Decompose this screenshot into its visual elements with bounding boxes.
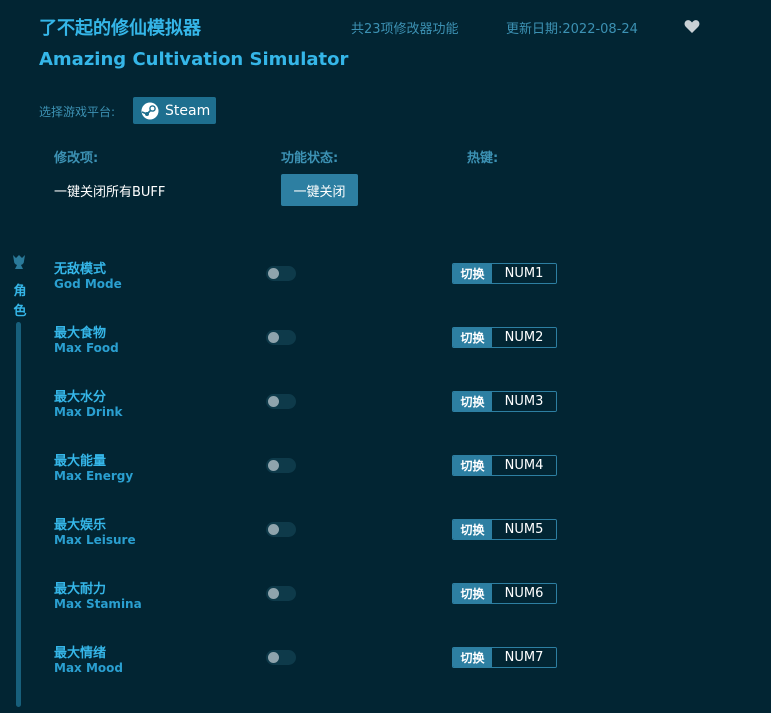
- toggle-knob: [268, 396, 279, 407]
- hotkey-key: NUM1: [492, 264, 556, 283]
- hotkey-group: 切换 NUM4: [452, 455, 557, 476]
- hotkey-key: NUM5: [492, 520, 556, 539]
- column-header-status: 功能状态:: [281, 151, 339, 166]
- mod-toggle[interactable]: [266, 458, 296, 473]
- close-all-buff-button[interactable]: 一键关闭: [281, 174, 358, 206]
- list-item: 最大能量 Max Energy 切换 NUM4: [0, 450, 771, 490]
- mod-name-cn: 最大耐力: [54, 582, 107, 597]
- mod-name-cn: 最大情绪: [54, 646, 107, 661]
- toggle-knob: [268, 652, 279, 663]
- hotkey-group: 切换 NUM3: [452, 391, 557, 412]
- mod-name-en: Max Stamina: [54, 597, 142, 611]
- list-item: 最大水分 Max Drink 切换 NUM3: [0, 386, 771, 426]
- page-subtitle: Amazing Cultivation Simulator: [39, 49, 349, 70]
- mod-toggle[interactable]: [266, 650, 296, 665]
- mod-toggle[interactable]: [266, 586, 296, 601]
- mod-name-en: Max Drink: [54, 405, 123, 419]
- hotkey-toggle-button[interactable]: 切换: [453, 264, 492, 283]
- hotkey-toggle-button[interactable]: 切换: [453, 328, 492, 347]
- list-item: 最大娱乐 Max Leisure 切换 NUM5: [0, 514, 771, 554]
- mod-toggle[interactable]: [266, 522, 296, 537]
- toggle-knob: [268, 332, 279, 343]
- toggle-knob: [268, 588, 279, 599]
- column-header-hotkey: 热键:: [467, 151, 499, 166]
- mod-name-en: God Mode: [54, 277, 122, 291]
- list-item: 无敌模式 God Mode 切换 NUM1: [0, 258, 771, 298]
- hotkey-group: 切换 NUM1: [452, 263, 557, 284]
- update-date: 更新日期:2022-08-24: [506, 22, 638, 37]
- feature-count: 共23项修改器功能: [351, 22, 459, 37]
- hotkey-toggle-button[interactable]: 切换: [453, 584, 492, 603]
- heart-icon[interactable]: [684, 19, 700, 34]
- hotkey-key: NUM7: [492, 648, 556, 667]
- mod-name-cn: 最大食物: [54, 326, 107, 341]
- hotkey-group: 切换 NUM5: [452, 519, 557, 540]
- mod-name-en: Max Energy: [54, 469, 134, 483]
- column-header-mod: 修改项:: [54, 151, 99, 166]
- mod-name-cn: 最大能量: [54, 454, 107, 469]
- mod-name-cn: 最大水分: [54, 390, 107, 405]
- hotkey-key: NUM6: [492, 584, 556, 603]
- hotkey-key: NUM3: [492, 392, 556, 411]
- hotkey-group: 切换 NUM7: [452, 647, 557, 668]
- platform-label: 选择游戏平台:: [39, 105, 116, 119]
- mod-toggle[interactable]: [266, 330, 296, 345]
- steam-platform-button[interactable]: Steam: [133, 97, 216, 124]
- mod-name-cn: 无敌模式: [54, 262, 107, 277]
- steam-icon: [141, 102, 159, 119]
- hotkey-group: 切换 NUM6: [452, 583, 557, 604]
- hotkey-toggle-button[interactable]: 切换: [453, 520, 492, 539]
- hotkey-key: NUM4: [492, 456, 556, 475]
- mod-name-cn: 最大娱乐: [54, 518, 107, 533]
- list-item: 最大耐力 Max Stamina 切换 NUM6: [0, 578, 771, 618]
- list-item: 最大食物 Max Food 切换 NUM2: [0, 322, 771, 362]
- mod-toggle[interactable]: [266, 266, 296, 281]
- hotkey-key: NUM2: [492, 328, 556, 347]
- toggle-knob: [268, 524, 279, 535]
- page-title: 了不起的修仙模拟器: [39, 18, 201, 39]
- hotkey-group: 切换 NUM2: [452, 327, 557, 348]
- mod-toggle[interactable]: [266, 394, 296, 409]
- list-item: 最大情绪 Max Mood 切换 NUM7: [0, 642, 771, 682]
- sidebar-char-2: 色: [13, 304, 27, 319]
- hotkey-toggle-button[interactable]: 切换: [453, 456, 492, 475]
- mod-name-en: Max Mood: [54, 661, 123, 675]
- mod-name-en: Max Food: [54, 341, 119, 355]
- mod-name-en: Max Leisure: [54, 533, 136, 547]
- hotkey-toggle-button[interactable]: 切换: [453, 648, 492, 667]
- toggle-knob: [268, 268, 279, 279]
- toggle-knob: [268, 460, 279, 471]
- steam-label: Steam: [165, 102, 211, 119]
- hotkey-toggle-button[interactable]: 切换: [453, 392, 492, 411]
- close-all-buff-label: 一键关闭所有BUFF: [54, 185, 166, 200]
